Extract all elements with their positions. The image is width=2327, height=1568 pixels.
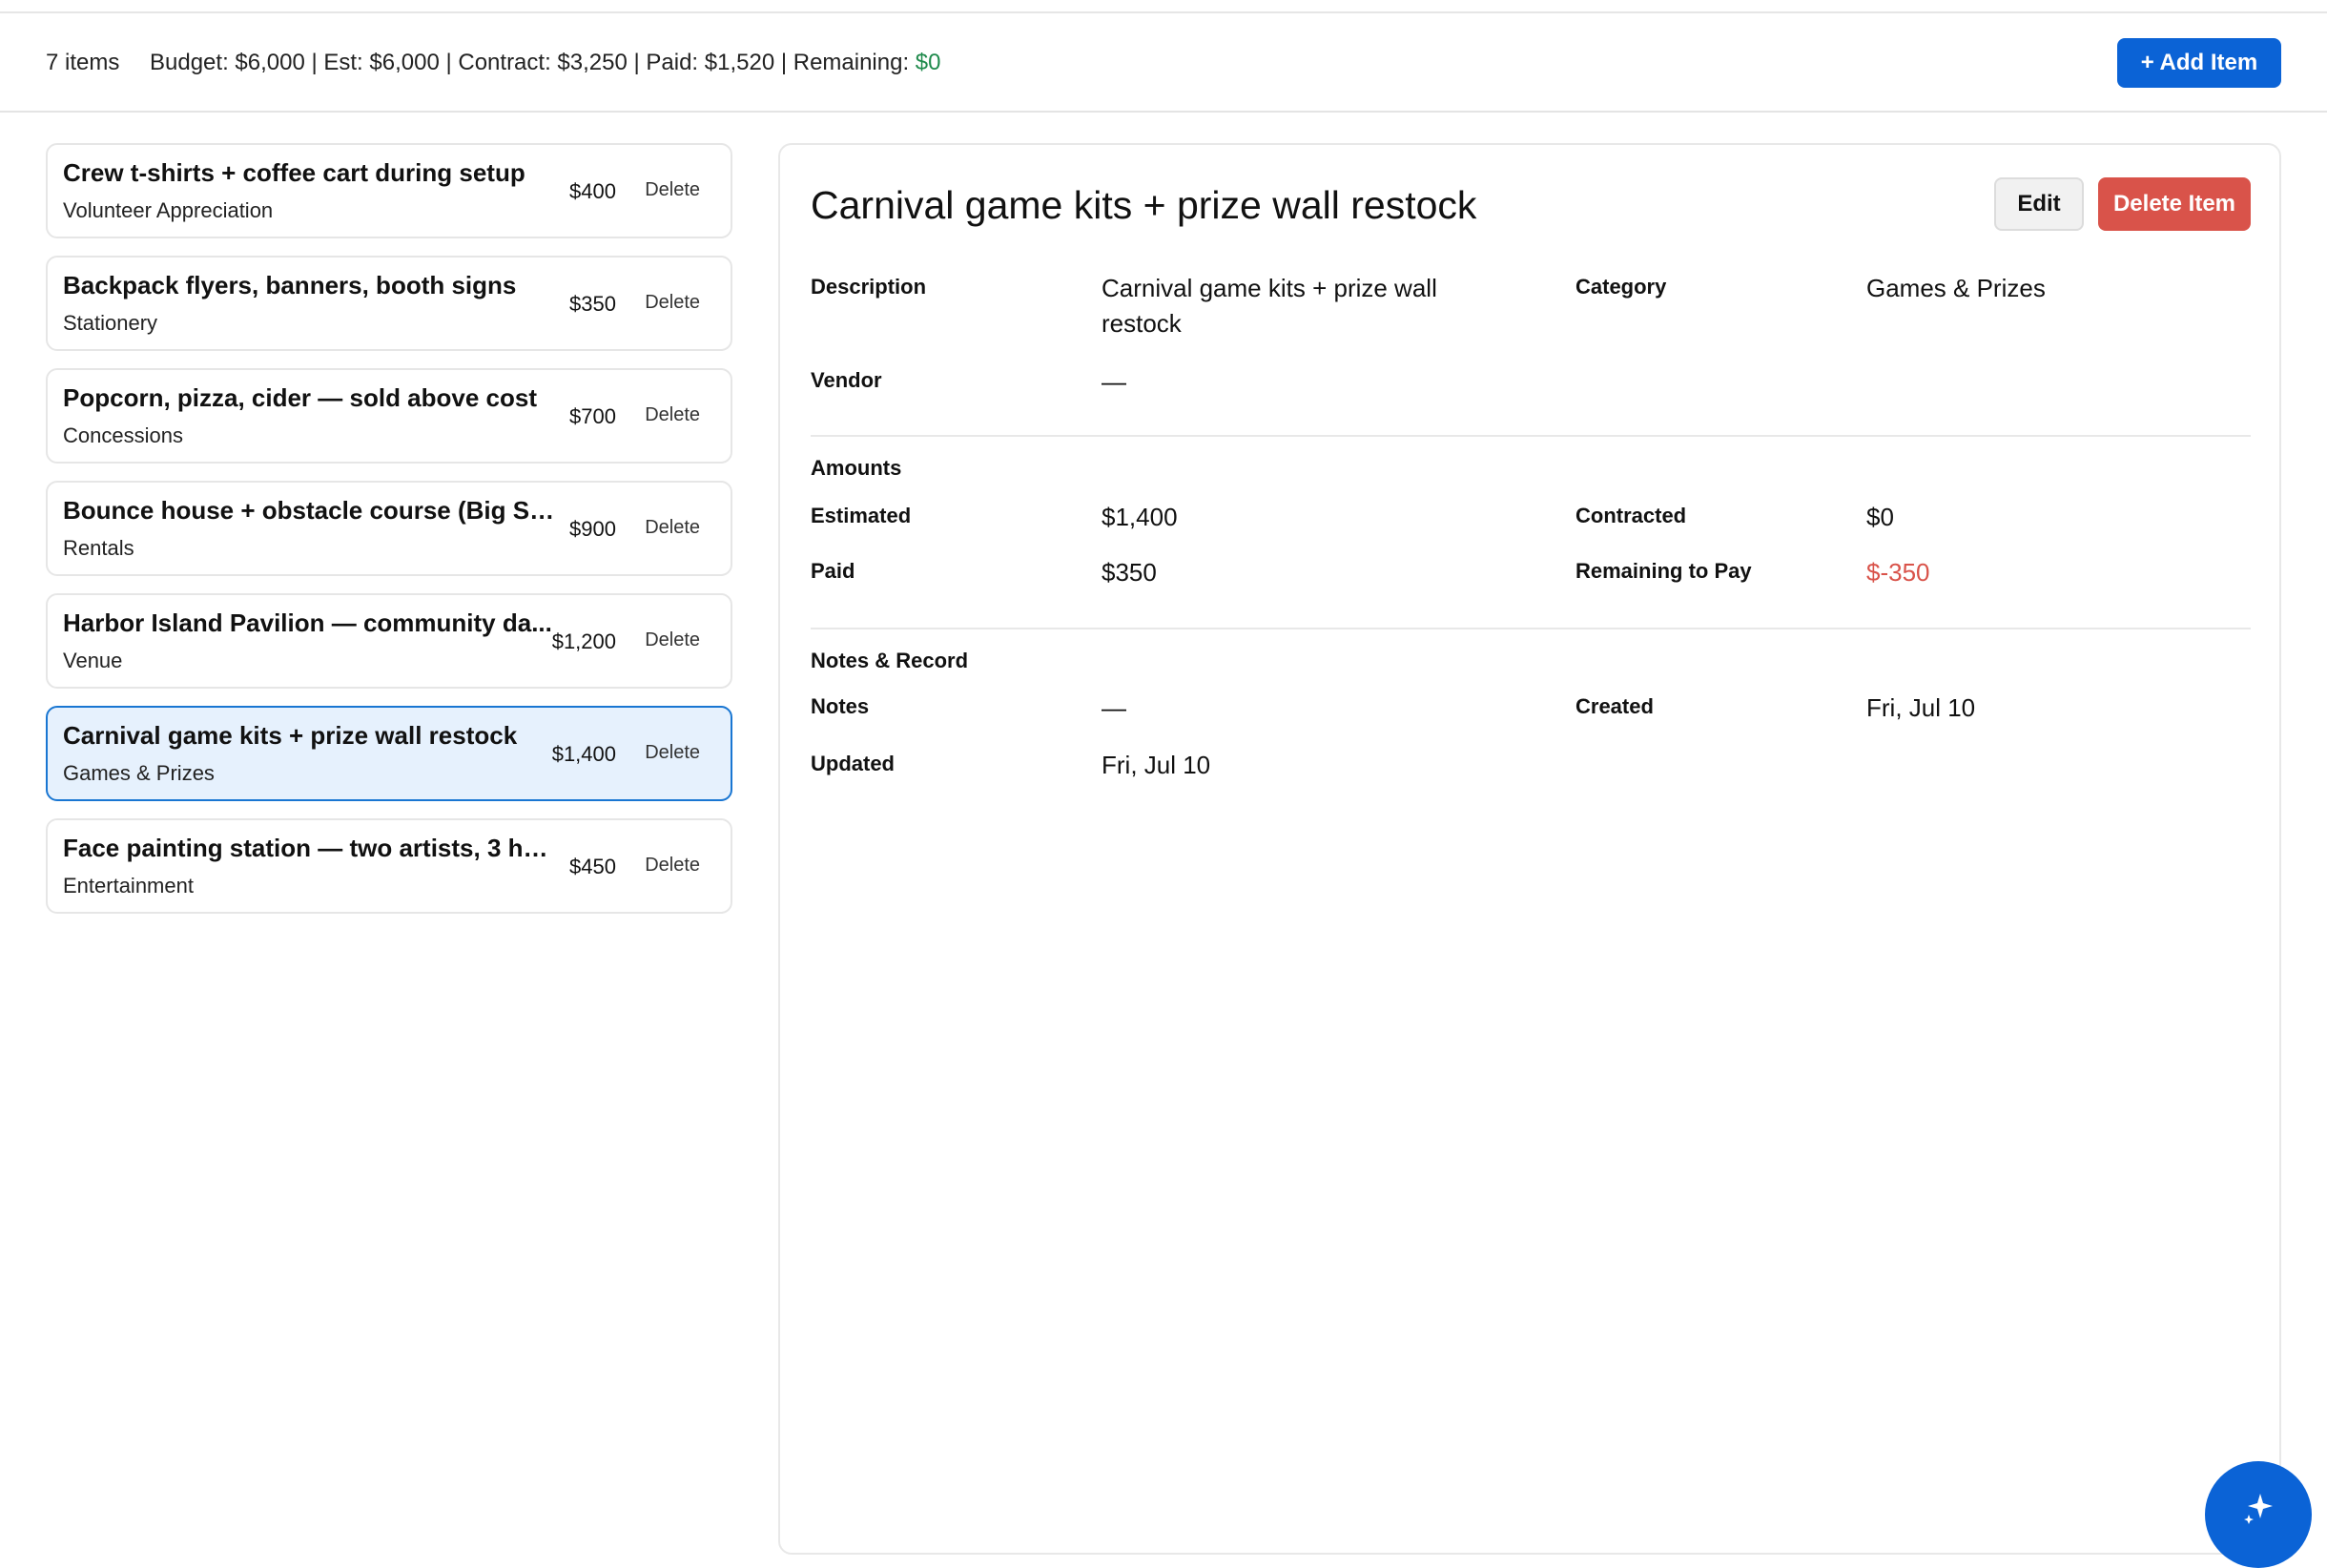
notes-label: Notes xyxy=(811,694,870,718)
item-list: Crew t-shirts + coffee cart during setup… xyxy=(46,143,732,931)
item-title: Face painting station — two artists, 3 h… xyxy=(63,834,559,862)
item-detail-panel: Carnival game kits + prize wall restock … xyxy=(778,143,2281,1555)
list-item-selected[interactable]: Carnival game kits + prize wall restock … xyxy=(46,706,732,801)
vendor-label: Vendor xyxy=(811,368,882,392)
list-item[interactable]: Bounce house + obstacle course (Big Sky,… xyxy=(46,481,732,576)
delete-item-button[interactable]: Delete xyxy=(645,179,700,201)
budget-summary: Budget: $6,000 | Est: $6,000 | Contract:… xyxy=(150,13,941,113)
contracted-label: Contracted xyxy=(1575,504,1687,527)
description-line-1: Carnival game kits + prize wall xyxy=(1102,274,1437,302)
delete-item-button[interactable]: Delete xyxy=(645,629,700,651)
category-value: Games & Prizes xyxy=(1866,274,2046,302)
list-item[interactable]: Popcorn, pizza, cider — sold above cost … xyxy=(46,368,732,464)
paid-label: Paid xyxy=(811,559,855,583)
created-label: Created xyxy=(1575,694,1654,718)
assistant-fab-button[interactable] xyxy=(2205,1461,2312,1568)
item-title: Harbor Island Pavilion — community da... xyxy=(63,609,552,637)
item-category: Rentals xyxy=(63,536,134,560)
item-count: 7 items xyxy=(46,50,120,75)
description-label: Description xyxy=(811,275,927,299)
detail-title: Carnival game kits + prize wall restock xyxy=(811,183,1477,227)
delete-item-button[interactable]: Delete xyxy=(645,742,700,764)
delete-item-button[interactable]: Delete xyxy=(645,517,700,539)
item-amount: $1,200 xyxy=(551,629,616,653)
remaining-total: $0 xyxy=(915,50,941,75)
top-border xyxy=(0,0,2327,13)
summary-bar: 7 items Budget: $6,000 | Est: $6,000 | C… xyxy=(0,13,2327,113)
item-title: Carnival game kits + prize wall restock xyxy=(63,721,518,750)
delete-item-button[interactable]: Delete xyxy=(645,404,700,426)
item-category: Entertainment xyxy=(63,874,194,897)
item-amount: $400 xyxy=(569,179,616,203)
budget-summary-text: Budget: $6,000 | Est: $6,000 | Contract:… xyxy=(150,50,916,75)
section-divider xyxy=(811,435,2251,437)
edit-button[interactable]: Edit xyxy=(1994,177,2084,231)
description-line-2: restock xyxy=(1102,309,1182,338)
item-amount: $350 xyxy=(569,292,616,316)
list-item[interactable]: Face painting station — two artists, 3 h… xyxy=(46,818,732,914)
section-divider xyxy=(811,628,2251,629)
item-title: Bounce house + obstacle course (Big Sky,… xyxy=(63,496,559,525)
amounts-heading: Amounts xyxy=(811,456,902,480)
item-title: Backpack flyers, banners, booth signs xyxy=(63,271,517,299)
paid-value: $350 xyxy=(1102,558,1157,587)
add-item-button[interactable]: + Add Item xyxy=(2117,38,2281,88)
remaining-label: Remaining to Pay xyxy=(1575,559,1752,583)
item-category: Games & Prizes xyxy=(63,761,215,785)
delete-item-button[interactable]: Delete xyxy=(645,855,700,877)
list-item[interactable]: Backpack flyers, banners, booth signs St… xyxy=(46,256,732,351)
item-category: Venue xyxy=(63,649,123,672)
notes-record-heading: Notes & Record xyxy=(811,649,969,672)
created-value: Fri, Jul 10 xyxy=(1866,693,1976,722)
updated-label: Updated xyxy=(811,752,895,775)
vendor-value: — xyxy=(1102,367,1126,396)
item-amount: $700 xyxy=(569,404,616,428)
updated-value: Fri, Jul 10 xyxy=(1102,751,1211,779)
delete-item-button[interactable]: Delete xyxy=(645,292,700,314)
list-item[interactable]: Crew t-shirts + coffee cart during setup… xyxy=(46,143,732,238)
category-label: Category xyxy=(1575,275,1667,299)
item-amount: $1,400 xyxy=(551,742,616,766)
delete-item-detail-button[interactable]: Delete Item xyxy=(2098,177,2251,231)
list-item[interactable]: Harbor Island Pavilion — community da...… xyxy=(46,593,732,689)
estimated-value: $1,400 xyxy=(1102,503,1178,531)
remaining-value: $-350 xyxy=(1866,558,1930,587)
contracted-value: $0 xyxy=(1866,503,1894,531)
item-title: Popcorn, pizza, cider — sold above cost xyxy=(63,383,537,412)
item-category: Stationery xyxy=(63,311,158,335)
notes-value: — xyxy=(1102,693,1126,722)
item-title: Crew t-shirts + coffee cart during setup xyxy=(63,158,525,187)
sparkle-icon xyxy=(2239,1461,2277,1531)
item-amount: $450 xyxy=(569,855,616,878)
item-category: Volunteer Appreciation xyxy=(63,198,274,222)
item-amount: $900 xyxy=(569,517,616,541)
description-value: Carnival game kits + prize wall restock xyxy=(1102,271,1437,341)
item-category: Concessions xyxy=(63,423,183,447)
estimated-label: Estimated xyxy=(811,504,912,527)
